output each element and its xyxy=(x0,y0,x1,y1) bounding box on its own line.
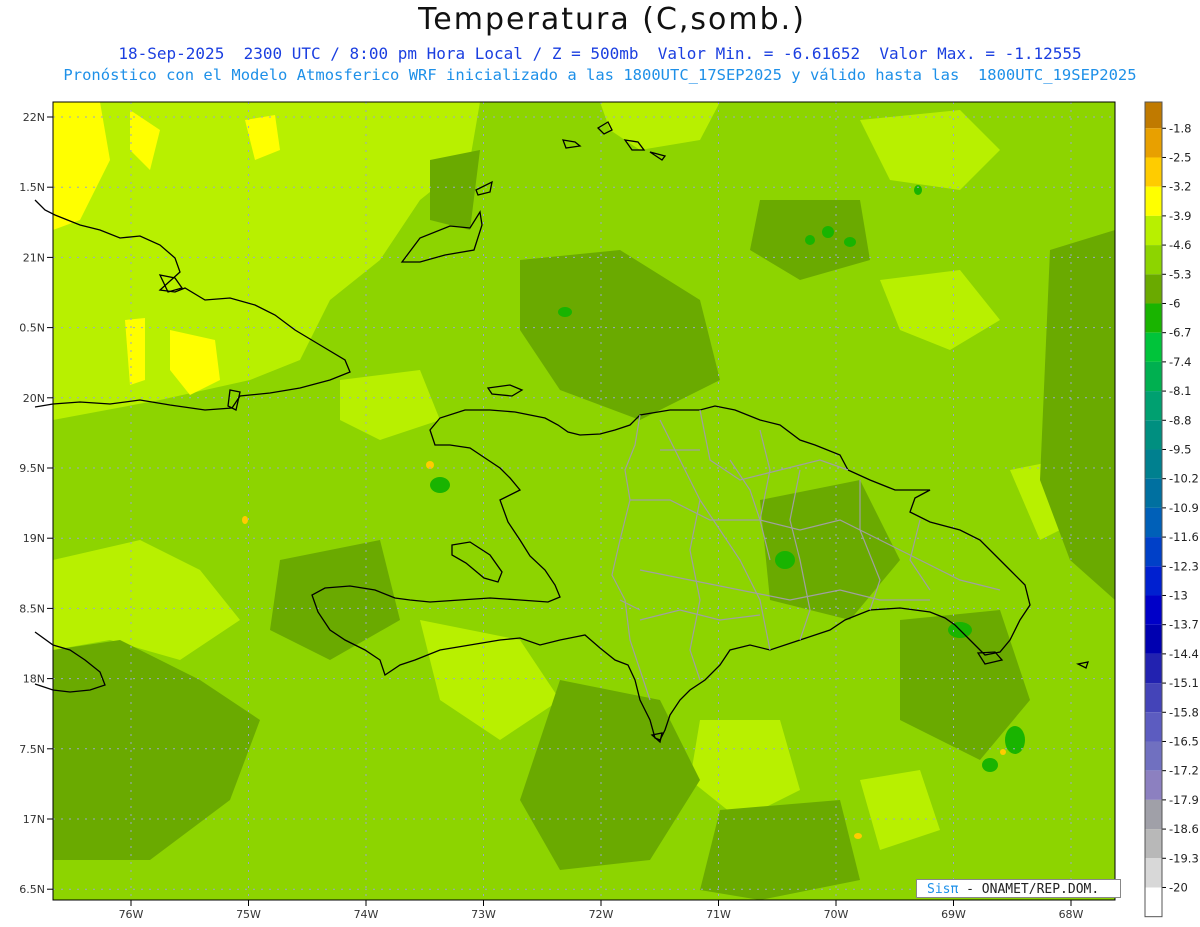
legend-label: -11.6 xyxy=(1169,530,1199,544)
legend-swatch xyxy=(1145,274,1162,304)
lon-tick-label: 72W xyxy=(589,908,614,921)
legend-label: -10.2 xyxy=(1169,472,1199,486)
lat-tick-label: 9.5N xyxy=(19,462,45,475)
legend-swatch xyxy=(1145,624,1162,654)
sispi-logo-text: Sisπ xyxy=(927,882,959,897)
legend-label: -20 xyxy=(1169,880,1188,894)
legend-swatch xyxy=(1145,712,1162,742)
legend-label: -17.9 xyxy=(1169,793,1199,807)
legend-swatch xyxy=(1145,303,1162,333)
legend-label: -8.8 xyxy=(1169,413,1191,427)
lat-tick-label: 20N xyxy=(23,392,45,405)
legend-swatch xyxy=(1145,245,1162,275)
legend-swatch xyxy=(1145,770,1162,800)
legend-label: -17.2 xyxy=(1169,764,1199,778)
legend-label: -9.5 xyxy=(1169,442,1191,456)
legend-swatch xyxy=(1145,507,1162,538)
legend-swatch xyxy=(1145,102,1162,129)
legend-swatch xyxy=(1145,361,1162,392)
lat-tick-label: 17N xyxy=(23,813,45,826)
legend-swatch xyxy=(1145,478,1162,508)
legend-swatch xyxy=(1145,537,1162,567)
legend-label: -12.3 xyxy=(1169,559,1199,573)
legend-label: -7.4 xyxy=(1169,355,1191,369)
legend-swatch xyxy=(1145,391,1162,421)
legend-swatch xyxy=(1145,215,1162,246)
legend-swatch xyxy=(1145,799,1162,830)
legend-label: -8.1 xyxy=(1169,384,1191,398)
lon-tick-label: 68W xyxy=(1059,908,1084,921)
legend-swatch xyxy=(1145,741,1162,771)
legend-label: -10.9 xyxy=(1169,501,1199,515)
legend-swatch xyxy=(1145,829,1162,859)
legend-label: -15.1 xyxy=(1169,676,1199,690)
lat-tick-label: 0.5N xyxy=(19,322,45,335)
legend-swatch xyxy=(1145,595,1162,625)
legend-label: -4.6 xyxy=(1169,238,1191,252)
legend-label: -13.7 xyxy=(1169,618,1199,632)
longitude-axis: 76W 75W 74W 73W 72W 71W 70W 69W 68W xyxy=(119,900,1084,921)
latitude-axis: 22N 1.5N 21N 0.5N 20N 9.5N 19N 8.5N 18N 7.5N 17N 6.… xyxy=(19,111,53,896)
legend-label: -19.3 xyxy=(1169,851,1199,865)
legend-swatch xyxy=(1145,332,1162,362)
onamet-credit-text: - ONAMET/REP.DOM. xyxy=(958,882,1100,897)
color-legend: -1.8 -2.5 -3.2 -3.9 -4.6 -5.3 -6 -6.7 -7.4 -8.1 -8… xyxy=(1144,101,1199,918)
legend-label: -16.5 xyxy=(1169,734,1199,748)
legend-label: -3.2 xyxy=(1169,180,1191,194)
legend-label: -5.3 xyxy=(1169,267,1191,281)
lon-tick-label: 69W xyxy=(941,908,966,921)
lat-tick-label: 21N xyxy=(23,251,45,264)
lon-tick-label: 76W xyxy=(119,908,144,921)
legend-swatch xyxy=(1145,186,1162,216)
legend-label: -6 xyxy=(1169,296,1180,310)
legend-label: -6.7 xyxy=(1169,326,1191,340)
legend-label: -15.8 xyxy=(1169,705,1199,719)
credit-label: Sisπ - ONAMET/REP.DOM. xyxy=(916,879,1121,898)
lon-tick-label: 74W xyxy=(354,908,379,921)
legend-label: -14.4 xyxy=(1169,647,1199,661)
legend-swatch xyxy=(1145,653,1162,684)
legend-label: -2.5 xyxy=(1169,150,1191,164)
lat-tick-label: 1.5N xyxy=(19,181,45,194)
legend-label: -18.6 xyxy=(1169,822,1199,836)
legend-swatch xyxy=(1145,157,1162,187)
legend-swatch xyxy=(1145,566,1162,596)
legend-swatch xyxy=(1145,887,1162,917)
lat-tick-label: 18N xyxy=(23,673,45,686)
legend-label: -13 xyxy=(1169,588,1188,602)
lat-tick-label: 19N xyxy=(23,532,45,545)
legend-swatch xyxy=(1145,420,1162,450)
legend-swatch xyxy=(1145,858,1162,888)
lat-tick-label: 22N xyxy=(23,111,45,124)
map-canvas: 22N 1.5N 21N 0.5N 20N 9.5N 19N 8.5N 18N 7.5N 17N 6.… xyxy=(19,101,1199,921)
lon-tick-label: 70W xyxy=(824,908,849,921)
lat-tick-label: 7.5N xyxy=(19,743,45,756)
legend-label: -3.9 xyxy=(1169,209,1191,223)
legend-swatch xyxy=(1145,449,1162,479)
legend-label: -1.8 xyxy=(1169,121,1191,135)
lat-tick-label: 6.5N xyxy=(19,883,45,896)
lon-tick-label: 73W xyxy=(471,908,496,921)
legend-swatch xyxy=(1145,683,1162,713)
lon-tick-label: 71W xyxy=(706,908,731,921)
legend-swatch xyxy=(1145,128,1162,158)
lat-tick-label: 8.5N xyxy=(19,602,45,615)
lon-tick-label: 75W xyxy=(236,908,261,921)
